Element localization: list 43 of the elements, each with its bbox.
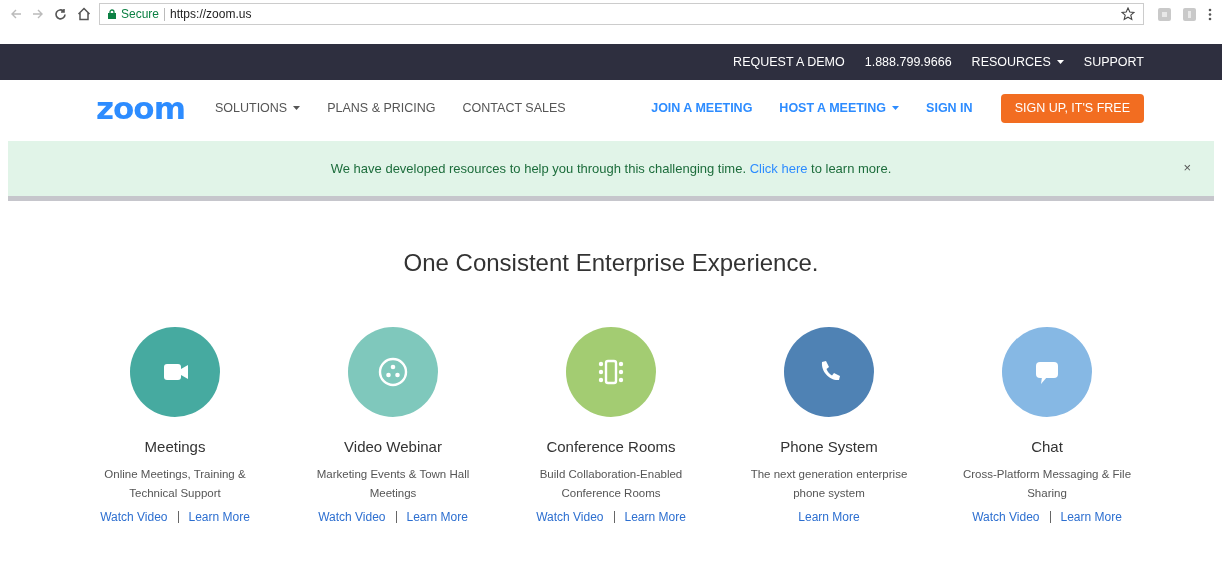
url-text: https://zoom.us [170,7,253,21]
product-title: Phone System [780,438,878,455]
product-link[interactable]: Watch Video [100,510,168,524]
nav-link[interactable]: SIGN IN [926,101,973,115]
nav-link[interactable]: 1.888.799.9666 [864,55,952,69]
secure-label: Secure [121,7,160,21]
close-button[interactable]: × [1180,160,1194,175]
product-description: Cross-Platform Messaging & File Sharing [961,467,1133,501]
nav-link[interactable]: SUPPORT [1083,55,1144,69]
notice-text: We have developed resources to help you through this challenging time. Click here to learn more. [330,161,892,176]
product-link[interactable]: Learn More [624,510,686,524]
nav-link[interactable]: SOLUTIONS [214,101,301,115]
menu-icon[interactable] [1208,7,1212,21]
product-link[interactable]: Learn More [1060,510,1122,524]
nav-link[interactable]: HOST A MEETING [779,101,900,115]
lock-icon [108,9,116,19]
product-link[interactable]: Watch Video [318,510,386,524]
product-title: Conference Rooms [546,438,676,455]
product-link[interactable]: Watch Video [536,510,604,524]
nav-link[interactable]: CONTACT SALES [462,101,566,115]
product-title: Chat [1031,438,1063,455]
sign-up-button[interactable]: SIGN UP, IT'S FREE [1000,93,1144,123]
product-description: The next generation enterprise phone system [749,467,909,501]
nav-link[interactable]: REQUEST A DEMO [733,55,845,69]
click-here-link[interactable]: Click here [749,161,808,176]
product-link[interactable]: Watch Video [972,510,1040,524]
nav-link[interactable]: PLANS & PRICING [327,101,436,115]
home-icon[interactable] [77,7,91,21]
product-title: Meetings [144,438,206,455]
logo[interactable]: zoom [96,92,185,124]
nav-link[interactable]: RESOURCES [971,55,1064,69]
product-description: Marketing Events & Town Hall Meetings [315,467,471,501]
nav-link[interactable]: JOIN A MEETING [651,101,753,115]
product-description: Build Collaboration-Enabled Conference Rooms [538,467,684,501]
product-description: Online Meetings, Training & Technical Support [103,467,247,501]
product-link[interactable]: Learn More [188,510,250,524]
product-title: Video Webinar [344,438,442,455]
address-bar[interactable]: Secure https://zoom.us [99,3,1144,25]
headline: One Consistent Enterprise Experience. [402,249,820,277]
product-link[interactable]: Learn More [798,510,860,524]
star-icon[interactable] [1121,7,1135,21]
product-link[interactable]: Learn More [406,510,468,524]
reload-icon[interactable] [54,7,67,21]
